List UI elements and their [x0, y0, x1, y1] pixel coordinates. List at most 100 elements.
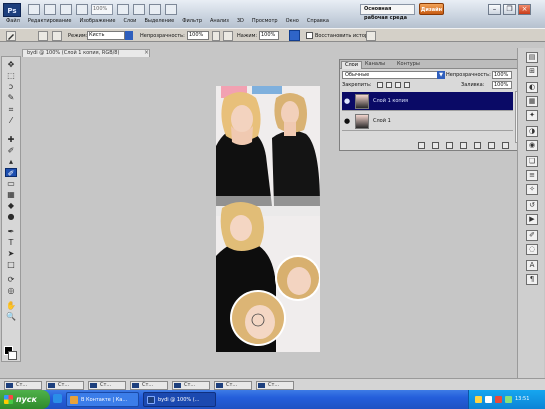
paths-dock-icon[interactable]: ✧ [526, 184, 538, 195]
blend-mode-select[interactable]: Обычные [342, 71, 439, 79]
tool-preset-picker[interactable] [6, 31, 16, 41]
tray-icon[interactable] [475, 396, 482, 403]
menu-item[interactable]: Изображение [75, 16, 119, 27]
canvas-image[interactable] [216, 86, 320, 352]
blur-tool-icon[interactable]: ◆ [5, 201, 17, 210]
paragraph-dock-icon[interactable]: ¶ [526, 274, 538, 285]
minimized-document[interactable]: Ст... [214, 381, 252, 390]
layer-opacity-field[interactable]: 100% [492, 71, 512, 79]
group-icon[interactable] [474, 142, 481, 149]
3d-camera-tool-icon[interactable]: ◎ [5, 286, 17, 295]
path-select-tool-icon[interactable]: ➤ [5, 249, 17, 258]
actions-dock-icon[interactable]: ▶ [526, 214, 538, 225]
close-document-icon[interactable]: × [144, 50, 149, 56]
menu-item[interactable]: Окно [282, 16, 303, 27]
channels-dock-icon[interactable]: ≡ [526, 170, 538, 181]
new-layer-icon[interactable] [488, 142, 495, 149]
tab-layers[interactable]: Слои [341, 61, 362, 69]
brush-panel-toggle[interactable] [52, 31, 62, 41]
clone-dock-icon[interactable]: ◌ [526, 244, 538, 255]
move-tool-icon[interactable]: ✥ [5, 60, 17, 69]
adjustment-icon[interactable] [460, 142, 467, 149]
adjustments-icon[interactable]: ◑ [526, 126, 538, 137]
opacity-dropdown[interactable] [212, 31, 220, 41]
character-dock-icon[interactable]: A [526, 260, 538, 271]
blend-mode-dropdown-icon[interactable]: ▼ [437, 71, 445, 79]
color-icon[interactable]: ◐ [526, 82, 538, 93]
restore-button[interactable]: ❐ [503, 4, 516, 15]
minimized-document[interactable]: Ст... [88, 381, 126, 390]
minimized-document[interactable]: Ст... [256, 381, 294, 390]
minimized-document[interactable]: Ст... [4, 381, 42, 390]
tab-paths[interactable]: Контуры [394, 61, 423, 69]
pressure-field[interactable]: 100% [259, 31, 279, 40]
type-tool-icon[interactable]: T [5, 238, 17, 247]
mask-icon[interactable] [446, 142, 453, 149]
dodge-tool-icon[interactable]: ● [5, 212, 17, 221]
tray-icon[interactable] [485, 396, 492, 403]
menu-item[interactable]: Анализ [206, 16, 233, 27]
brush-dock-icon[interactable]: ✐ [526, 230, 538, 241]
brush-size-picker[interactable] [38, 31, 48, 41]
zoom-tool-icon[interactable]: 🔍 [5, 312, 17, 321]
menu-item[interactable]: Файл [0, 16, 24, 27]
masks-icon[interactable]: ◉ [526, 140, 538, 151]
swatches-icon[interactable]: ▦ [526, 96, 538, 107]
history-brush-tool-icon[interactable]: ✐ [5, 168, 17, 178]
healing-tool-icon[interactable]: ✚ [5, 135, 17, 144]
layer-row[interactable]: ● Слой 1 копия [342, 92, 513, 111]
quick-launch-icon[interactable] [53, 394, 62, 403]
hand-tool-icon[interactable]: ✋ [5, 301, 17, 310]
arrange-documents-icon[interactable] [149, 4, 161, 15]
tray-icon[interactable] [505, 396, 512, 403]
navigator-icon[interactable]: ⊞ [526, 66, 538, 77]
airbrush-toggle-icon[interactable] [289, 30, 300, 41]
close-button[interactable]: × [518, 4, 531, 15]
rotate-view-icon[interactable] [133, 4, 145, 15]
pen-tool-icon[interactable]: ✒ [5, 227, 17, 236]
menu-item[interactable]: Редактирование [24, 16, 76, 27]
fx-icon[interactable] [432, 142, 439, 149]
tab-channels[interactable]: Каналы [362, 61, 388, 69]
opacity-field[interactable]: 100% [187, 31, 209, 40]
trash-icon[interactable] [502, 142, 509, 149]
history-dock-icon[interactable]: ↺ [526, 200, 538, 211]
shape-tool-icon[interactable]: □ [5, 260, 17, 269]
taskbar-button[interactable]: В Контакте | Ка... [66, 392, 139, 407]
view-extras-icon[interactable] [60, 4, 72, 15]
opacity-pressure-icon[interactable] [223, 31, 233, 41]
taskbar-button[interactable]: bydi @ 100% (... [143, 392, 216, 407]
menu-item[interactable]: Выделение [140, 16, 178, 27]
lock-position-icon[interactable] [395, 82, 401, 88]
menu-item[interactable]: Справка [303, 16, 333, 27]
menu-item[interactable]: Слои [119, 16, 140, 27]
layers-dock-icon[interactable]: ❏ [526, 156, 538, 167]
menu-item[interactable]: Фильтр [178, 16, 206, 27]
marquee-tool-icon[interactable]: ⬚ [5, 71, 17, 80]
restore-history-checkbox[interactable] [306, 32, 313, 39]
menu-item[interactable]: 3D [233, 16, 248, 27]
bridge-icon[interactable] [28, 4, 40, 15]
link-icon[interactable] [418, 142, 425, 149]
minimized-document[interactable]: Ст... [172, 381, 210, 390]
mode-dropdown-arrow[interactable] [125, 31, 133, 40]
minimized-document[interactable]: Ст... [130, 381, 168, 390]
mini-bridge-icon[interactable] [44, 4, 56, 15]
eraser-tool-icon[interactable]: ▭ [5, 179, 17, 188]
3d-rotate-tool-icon[interactable]: ⟳ [5, 275, 17, 284]
eye-icon[interactable]: ● [344, 117, 352, 125]
document-tab[interactable]: bydi @ 100% (Слой 1 копия, RGB/8) [22, 49, 150, 57]
minimized-document[interactable]: Ст... [46, 381, 84, 390]
stamp-tool-icon[interactable]: ▴ [5, 157, 17, 166]
lock-transparency-icon[interactable] [377, 82, 383, 88]
eyedropper-tool-icon[interactable]: ⁄ [5, 116, 17, 125]
zoom-level-icon[interactable] [76, 4, 88, 15]
histogram-icon[interactable]: ▤ [526, 52, 538, 63]
lasso-tool-icon[interactable]: ↄ [5, 82, 17, 91]
tablet-pressure-icon[interactable] [366, 31, 376, 41]
background-color-swatch[interactable] [8, 351, 17, 360]
quick-select-tool-icon[interactable]: ✎ [5, 93, 17, 102]
design-workspace-button[interactable]: Дизайн [419, 3, 444, 15]
fill-field[interactable]: 100% [492, 81, 512, 89]
tray-icon[interactable] [495, 396, 502, 403]
